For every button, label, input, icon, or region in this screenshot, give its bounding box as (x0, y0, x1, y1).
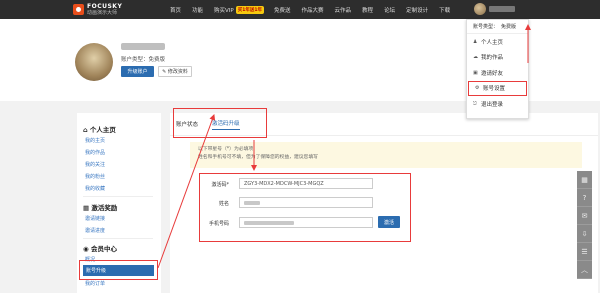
nav-home[interactable]: 首页 (170, 6, 181, 14)
gear-icon: ⚙ (475, 85, 480, 92)
profile-avatar (75, 43, 113, 81)
menu-item-profile[interactable]: ♟ 个人主页 (467, 34, 528, 50)
sidebar: ⌂ 个人主页 我的主页 我的作品 我的关注 我的粉丝 我的收藏 ▦ 激活奖励 邀… (77, 113, 161, 293)
user-dropdown-menu: 账号类型： 免费版 ♟ 个人主页 ☁ 我的作品 ▣ 邀请好友 ⚙ 账号设置 ⎋ 退出登录 (466, 19, 529, 119)
user-avatar[interactable] (474, 3, 486, 15)
notice-line: 姓名和手机号可不填，但为了保障您的权益，建议您填写 (198, 155, 318, 160)
notice-box: 以下带星号（*）为必填项 姓名和手机号可不填，但为了保障您的权益，建议您填写 (190, 142, 582, 168)
logo-icon (73, 4, 84, 15)
main-nav: 首页 功能 购买VIP 买1年送1年 免费送 作品大赛 云作品 教程 论坛 定制… (170, 0, 461, 19)
nav-free[interactable]: 免费送 (274, 6, 291, 14)
activation-form: 激活码* ZGY3-MDX2-MDCW-MJC3-MGQZ 姓名 手机号码 激活 (199, 173, 411, 242)
top-navbar: FOCUSKY 动画演示大师 首页 功能 购买VIP 买1年送1年 免费送 作品… (0, 0, 600, 19)
nav-features[interactable]: 功能 (192, 6, 203, 14)
gift-icon: ▣ (473, 69, 478, 76)
sidebar-divider (83, 238, 153, 239)
menu-item-account-settings[interactable]: ⚙ 账号设置 (468, 80, 527, 96)
menu-item-my-works[interactable]: ☁ 我的作品 (467, 50, 528, 66)
logo[interactable]: FOCUSKY 动画演示大师 (73, 3, 122, 16)
annotation-highlight-box (79, 260, 158, 280)
annotation-highlight-box (199, 173, 411, 242)
sidebar-divider (83, 196, 153, 197)
upgrade-account-button[interactable]: 升级账户 (121, 66, 154, 77)
main-panel: 账户状态 激活码升级 以下带星号（*）为必填项 姓名和手机号可不填，但为了保障您… (170, 108, 598, 293)
sidebar-item-invite-progress[interactable]: 邀请进度 (85, 227, 105, 234)
vip-promo-badge: 买1年送1年 (235, 5, 264, 14)
nav-cloud-works[interactable]: 云作品 (335, 6, 352, 14)
nav-tutorials[interactable]: 教程 (362, 6, 373, 14)
user-icon: ♟ (473, 38, 478, 45)
logo-title: FOCUSKY (87, 2, 123, 10)
question-icon[interactable]: ? (577, 189, 592, 207)
logout-icon: ⎋ (473, 100, 477, 107)
edit-profile-button[interactable]: ✎ 修改资料 (158, 66, 192, 77)
menu-item-invite-friends[interactable]: ▣ 邀请好友 (467, 65, 528, 81)
sidebar-item-my-fans[interactable]: 我的粉丝 (85, 173, 105, 180)
nav-download[interactable]: 下载 (439, 6, 450, 14)
logo-subtitle: 动画演示大师 (87, 9, 118, 16)
notice-line: 以下带星号（*）为必填项 (198, 147, 254, 152)
annotation-highlight-box (173, 108, 267, 138)
floating-toolbar: ▦ ? ✉ ⇩ ☰ ︿ (577, 171, 592, 279)
account-type-value: 免费版 (501, 24, 517, 30)
nav-custom-design[interactable]: 定制设计 (406, 6, 428, 14)
username-redacted[interactable] (489, 6, 515, 12)
edit-profile-label: 修改资料 (167, 69, 188, 75)
code-icon: ▦ (83, 204, 90, 212)
user-circle-icon: ◉ (83, 245, 89, 253)
dropdown-account-type: 账号类型： 免费版 (467, 20, 528, 34)
sidebar-section-member: ◉ 会员中心 (83, 245, 117, 253)
up-icon[interactable]: ︿ (577, 261, 592, 279)
sidebar-section-home: ⌂ 个人主页 (83, 126, 116, 134)
grid-icon[interactable]: ▦ (577, 171, 592, 189)
home-icon: ⌂ (83, 126, 88, 134)
menu-item-logout[interactable]: ⎋ 退出登录 (467, 96, 528, 112)
nav-contest[interactable]: 作品大赛 (302, 6, 324, 14)
sidebar-item-my-follows[interactable]: 我的关注 (85, 161, 105, 168)
chat-icon[interactable]: ✉ (577, 207, 592, 225)
list-icon[interactable]: ☰ (577, 243, 592, 261)
nav-forum[interactable]: 论坛 (384, 6, 395, 14)
sidebar-item-my-home[interactable]: 我的主页 (85, 137, 105, 144)
download-icon[interactable]: ⇩ (577, 225, 592, 243)
sidebar-item-my-favorites[interactable]: 我的收藏 (85, 185, 105, 192)
profile-username-redacted (121, 43, 165, 50)
profile-account-type: 账户类型：免费版 (121, 57, 166, 63)
sidebar-item-my-orders[interactable]: 我的订单 (85, 280, 105, 287)
sidebar-item-my-works[interactable]: 我的作品 (85, 149, 105, 156)
cloud-icon: ☁ (473, 54, 478, 61)
sidebar-item-invite-link[interactable]: 邀请链接 (85, 215, 105, 222)
nav-buy-vip[interactable]: 购买VIP (214, 6, 234, 14)
sidebar-section-rewards: ▦ 激活奖励 (83, 204, 118, 212)
